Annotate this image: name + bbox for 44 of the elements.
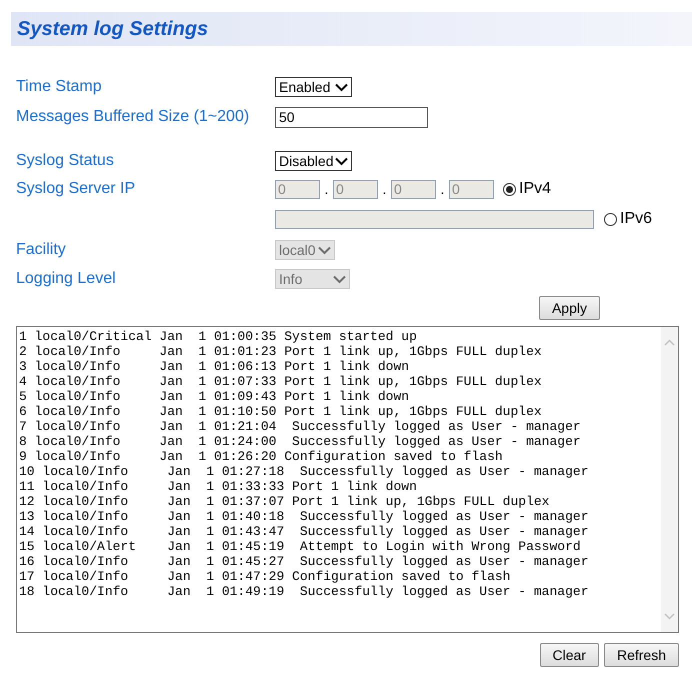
log-line: 7 local0/Info Jan 1 01:21:04 Successfully logged as User - manager	[19, 419, 581, 434]
caret-icon	[318, 246, 331, 254]
caret-icon	[333, 274, 346, 284]
log-line: 3 local0/Info Jan 1 01:06:13 Port 1 link down	[19, 359, 410, 374]
field-label: Syslog Status	[16, 151, 115, 171]
log-line: 13 local0/Info Jan 1 01:40:18 Successfully logged as User - manager	[19, 509, 588, 524]
scroll-up-icon[interactable]	[664, 339, 675, 346]
log-line: 12 local0/Info Jan 1 01:37:07 Port 1 link up, 1Gbps FULL duplex	[19, 494, 550, 509]
log-line: 5 local0/Info Jan 1 01:09:43 Port 1 link down	[19, 389, 410, 404]
radio-button[interactable]	[503, 182, 516, 196]
log-line: 16 local0/Info Jan 1 01:45:27 Successfully logged as User - manager	[19, 554, 588, 569]
separator-text: .	[440, 180, 446, 198]
radio-label: IPv4	[519, 179, 552, 199]
log-line: 8 local0/Info Jan 1 01:24:00 Successfully logged as User - manager	[19, 434, 581, 449]
page-title: System log Settings	[17, 17, 208, 42]
action-button[interactable]: Apply	[538, 296, 600, 320]
separator-text: .	[382, 180, 388, 198]
log-line: 15 local0/Alert Jan 1 01:45:19 Attempt to Login with Wrong Password	[19, 539, 581, 554]
caret-icon	[335, 156, 348, 166]
field-label: Messages Buffered Size (1~200)	[16, 107, 250, 127]
log-line: 9 local0/Info Jan 1 01:26:20 Configuration saved to flash	[19, 449, 503, 464]
field-label: Syslog Server IP	[16, 179, 136, 199]
input-field[interactable]: 50	[275, 106, 428, 128]
field-label: Logging Level	[16, 269, 117, 289]
log-line: 11 local0/Info Jan 1 01:33:33 Port 1 link down	[19, 479, 417, 494]
field-label: Facility	[16, 240, 67, 260]
log-line: 4 local0/Info Jan 1 01:07:33 Port 1 link up, 1Gbps FULL duplex	[19, 374, 542, 389]
log-line: 1 local0/Critical Jan 1 01:00:35 System started up	[19, 329, 417, 344]
log-line: 18 local0/Info Jan 1 01:49:19 Successfully logged as User - manager	[19, 584, 588, 599]
field-label: Time Stamp	[16, 77, 103, 97]
caret-icon	[335, 82, 348, 92]
radio-label: IPv6	[620, 209, 652, 229]
action-button[interactable]: Refresh	[604, 643, 679, 667]
log-line: 17 local0/Info Jan 1 01:47:29 Configuration saved to flash	[19, 569, 510, 584]
action-button[interactable]: Clear	[540, 643, 599, 667]
scroll-down-icon[interactable]	[664, 613, 675, 620]
dropdown[interactable]: Enabled	[275, 77, 352, 97]
log-line: 14 local0/Info Jan 1 01:43:47 Successfully logged as User - manager	[19, 524, 588, 539]
log-line: 2 local0/Info Jan 1 01:01:23 Port 1 link up, 1Gbps FULL duplex	[19, 344, 542, 359]
separator-text: .	[324, 180, 330, 198]
log-line: 6 local0/Info Jan 1 01:10:50 Port 1 link up, 1Gbps FULL duplex	[19, 404, 542, 419]
log-line: 10 local0/Info Jan 1 01:27:18 Successfully logged as User - manager	[19, 464, 588, 479]
dropdown[interactable]: Disabled	[275, 151, 352, 171]
radio-button[interactable]	[604, 212, 617, 226]
